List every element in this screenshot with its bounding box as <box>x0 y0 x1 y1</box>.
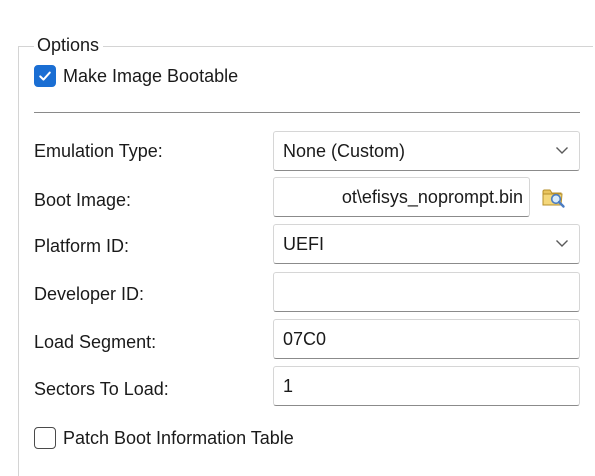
sectors-to-load-input[interactable]: 1 <box>273 366 580 406</box>
patch-boot-information-table-checkbox[interactable]: Patch Boot Information Table <box>34 426 294 450</box>
options-group-title: Options <box>34 33 104 57</box>
developer-id-label: Developer ID: <box>34 284 145 304</box>
load-segment-input[interactable]: 07C0 <box>273 319 580 359</box>
platform-id-select[interactable]: UEFI <box>273 224 580 264</box>
load-segment-label: Load Segment: <box>34 332 157 352</box>
patch-boot-information-table-checkbox-box[interactable] <box>34 427 56 449</box>
platform-id-label: Platform ID: <box>34 236 130 256</box>
make-image-bootable-checkbox-box[interactable] <box>34 65 56 87</box>
options-separator <box>34 112 580 113</box>
emulation-type-select[interactable]: None (Custom) <box>273 131 580 171</box>
folder-search-icon <box>542 189 565 208</box>
emulation-type-label: Emulation Type: <box>34 141 163 161</box>
boot-image-browse-button[interactable] <box>540 183 568 211</box>
make-image-bootable-label[interactable]: Make Image Bootable <box>63 64 238 88</box>
make-image-bootable-checkbox[interactable]: Make Image Bootable <box>34 64 238 88</box>
platform-id-value: UEFI <box>283 234 325 254</box>
developer-id-input[interactable] <box>273 272 580 312</box>
sectors-to-load-label: Sectors To Load: <box>34 379 169 399</box>
checkmark-icon <box>39 71 51 81</box>
boot-image-label: Boot Image: <box>34 190 132 210</box>
load-segment-value: 07C0 <box>283 329 327 349</box>
emulation-type-value: None (Custom) <box>283 141 406 161</box>
boot-image-input[interactable]: ot\efisys_noprompt.bin <box>273 177 530 217</box>
patch-boot-information-table-label[interactable]: Patch Boot Information Table <box>63 426 294 450</box>
chevron-down-icon[interactable] <box>555 238 569 248</box>
sectors-to-load-value: 1 <box>283 376 294 396</box>
boot-image-value: ot\efisys_noprompt.bin <box>341 187 523 207</box>
chevron-down-icon[interactable] <box>555 145 569 155</box>
